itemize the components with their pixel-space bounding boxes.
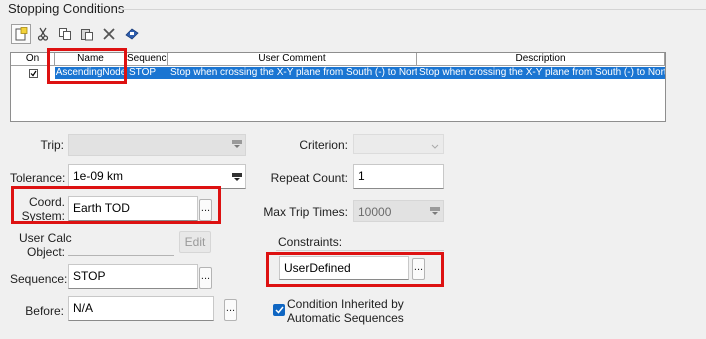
check-icon	[30, 70, 36, 76]
properties-icon	[125, 28, 139, 40]
max-trip-times-button	[428, 204, 442, 217]
row-on-checkbox[interactable]	[28, 68, 38, 78]
constraints-label: Constraints:	[278, 235, 343, 249]
tolerance-units-button[interactable]	[230, 170, 244, 183]
before-browse-button[interactable]: ...	[224, 299, 237, 321]
column-header-sequence[interactable]: Sequence	[127, 53, 168, 66]
stopping-conditions-table[interactable]: On Name Sequence User Comment Descriptio…	[10, 52, 666, 122]
row-user-comment-cell[interactable]: Stop when crossing the X-Y plane from So…	[168, 67, 417, 79]
new-button[interactable]	[11, 24, 31, 44]
dropdown-calc-icon	[232, 139, 242, 148]
check-icon	[274, 306, 284, 314]
column-header-user-comment[interactable]: User Comment	[168, 53, 417, 66]
coord-system-input[interactable]: Earth TOD	[68, 196, 198, 221]
criterion-label: Criterion:	[299, 138, 348, 152]
copy-icon	[59, 28, 71, 40]
row-on-cell[interactable]	[11, 67, 55, 79]
user-calc-field	[68, 255, 174, 256]
properties-button[interactable]	[122, 24, 142, 44]
max-trip-times-label: Max Trip Times:	[263, 205, 348, 219]
row-name-cell[interactable]: AscendingNode	[55, 67, 127, 79]
paste-icon	[81, 29, 93, 41]
dropdown-calc-icon	[430, 206, 440, 215]
repeat-count-input[interactable]: 1	[353, 164, 444, 189]
column-header-name[interactable]: Name	[55, 53, 127, 66]
repeat-count-label: Repeat Count:	[270, 171, 348, 185]
user-calc-edit-button: Edit	[179, 231, 211, 253]
row-sequence-cell[interactable]: STOP	[127, 67, 168, 79]
chevron-down-icon	[431, 144, 439, 149]
panel-title: Stopping Conditions	[8, 1, 125, 16]
table-row[interactable]: AscendingNode STOP Stop when crossing th…	[11, 67, 665, 79]
copy-button[interactable]	[55, 24, 75, 44]
paste-button[interactable]	[77, 24, 97, 44]
delete-button[interactable]	[99, 24, 119, 44]
row-description-cell[interactable]: Stop when crossing the X-Y plane from So…	[417, 67, 665, 79]
column-header-description[interactable]: Description	[417, 53, 665, 66]
inherited-checkbox[interactable]	[273, 304, 285, 316]
cut-icon	[37, 27, 49, 41]
inherited-label-line1[interactable]: Condition Inherited by	[287, 297, 404, 311]
trip-dropdown-button	[230, 137, 244, 150]
trip-field	[68, 134, 246, 156]
column-header-on[interactable]: On	[11, 53, 55, 66]
constraints-divider	[276, 250, 444, 251]
sequence-browse-button[interactable]: ...	[199, 267, 212, 289]
table-header: On Name Sequence User Comment Descriptio…	[11, 53, 665, 66]
constraints-browse-button[interactable]: ...	[412, 258, 425, 280]
coord-system-browse-button[interactable]: ...	[199, 199, 212, 221]
sequence-input[interactable]: STOP	[68, 264, 198, 289]
trip-label: Trip:	[40, 138, 64, 152]
tolerance-input[interactable]: 1e-09 km	[68, 164, 246, 189]
before-input[interactable]: N/A	[68, 296, 214, 321]
dropdown-calc-icon	[232, 172, 242, 181]
new-icon	[15, 27, 28, 41]
coord-system-label-line1: Coord.	[29, 195, 66, 209]
inherited-label-line2[interactable]: Automatic Sequences	[287, 311, 404, 325]
sequence-label: Sequence:	[10, 272, 68, 286]
user-calc-label-line2: Object:	[26, 245, 65, 259]
user-calc-label-line1: User Calc	[19, 231, 72, 245]
delete-icon	[103, 28, 115, 40]
constraints-input[interactable]: UserDefined	[279, 256, 409, 280]
tolerance-label: Tolerance:	[10, 171, 66, 185]
coord-system-label-line2: System:	[21, 209, 65, 223]
before-label: Before:	[25, 304, 64, 318]
panel-divider	[118, 9, 706, 10]
cut-button[interactable]	[33, 24, 53, 44]
criterion-chevron	[431, 139, 439, 153]
